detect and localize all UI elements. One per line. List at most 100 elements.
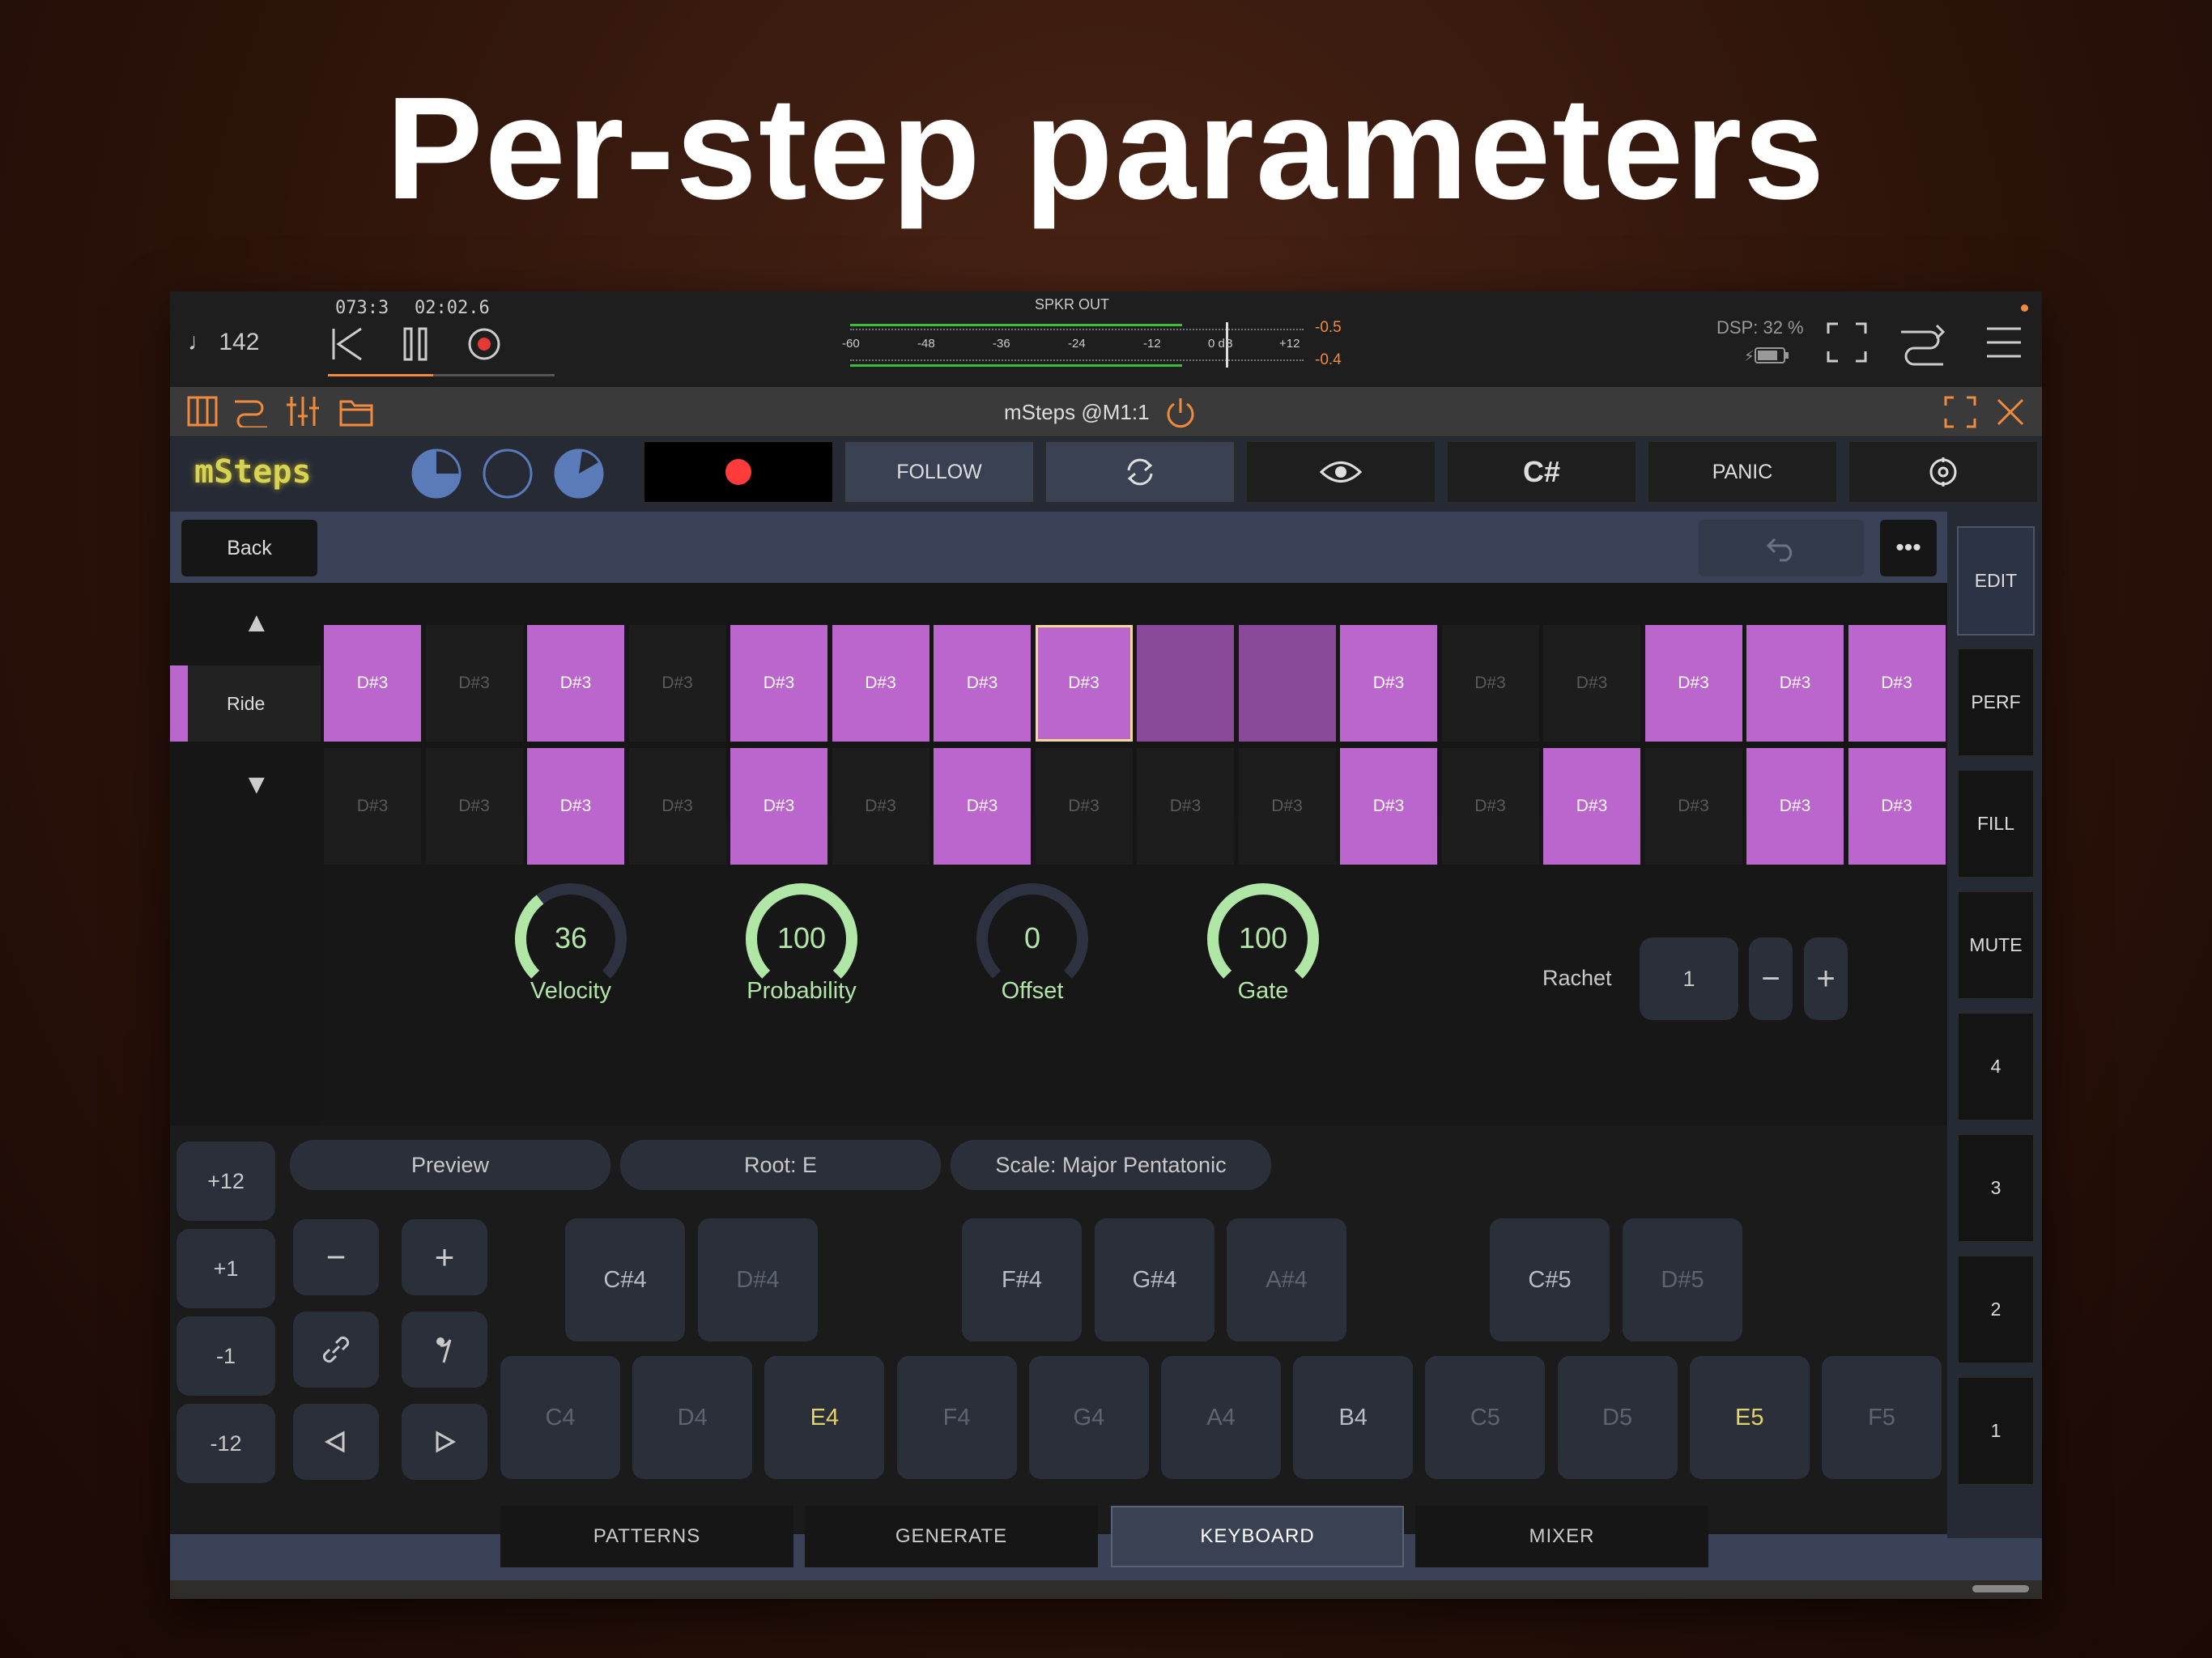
tie-button[interactable] — [293, 1312, 379, 1388]
step-cell[interactable]: D#3 — [1035, 748, 1133, 865]
step-cell[interactable]: D#3 — [628, 625, 726, 742]
step-cell[interactable]: D#3 — [1543, 748, 1640, 865]
route-icon[interactable] — [233, 395, 269, 427]
piano-key[interactable]: D#5 — [1623, 1218, 1742, 1341]
tab-patterns[interactable]: PATTERNS — [500, 1506, 793, 1567]
scale-selector[interactable]: Scale: Major Pentatonic — [951, 1140, 1271, 1190]
step-cell[interactable]: D#3 — [1137, 748, 1234, 865]
step-cell[interactable]: D#3 — [527, 748, 624, 865]
page-1-button[interactable]: 1 — [1957, 1376, 2035, 1486]
rachet-increment-button[interactable]: + — [1804, 937, 1848, 1020]
octave-up-button[interactable]: +12 — [177, 1141, 275, 1221]
preview-button[interactable]: Preview — [290, 1140, 610, 1190]
tab-generate[interactable]: GENERATE — [805, 1506, 1098, 1567]
panic-button[interactable]: PANIC — [1647, 440, 1838, 504]
piano-key[interactable]: A#4 — [1227, 1218, 1346, 1341]
piano-key[interactable]: C#5 — [1490, 1218, 1610, 1341]
folder-icon[interactable] — [338, 395, 374, 427]
shift-left-button[interactable] — [293, 1404, 379, 1480]
piano-key[interactable]: E5 — [1689, 1356, 1810, 1479]
semitone-down-button[interactable]: -1 — [177, 1316, 275, 1396]
perf-mode-button[interactable]: PERF — [1957, 648, 2035, 757]
record-icon[interactable] — [466, 325, 503, 363]
step-cell[interactable]: D#3 — [628, 748, 726, 865]
pattern-progress-3-icon[interactable] — [552, 447, 606, 500]
step-cell[interactable]: D#3 — [832, 625, 929, 742]
close-icon[interactable] — [1995, 397, 2026, 427]
step-cell[interactable]: D#3 — [324, 748, 421, 865]
step-cell[interactable]: D#3 — [1238, 748, 1336, 865]
step-cell[interactable] — [1137, 625, 1234, 742]
edit-mode-button[interactable]: EDIT — [1957, 526, 2035, 636]
step-cell[interactable]: D#3 — [1848, 625, 1946, 742]
pattern-progress-2-icon[interactable] — [481, 447, 534, 500]
rest-button[interactable] — [402, 1312, 487, 1388]
step-cell[interactable]: D#3 — [425, 625, 523, 742]
rewind-icon[interactable] — [324, 324, 372, 364]
step-cell[interactable]: D#3 — [934, 748, 1031, 865]
step-cell[interactable]: D#3 — [527, 625, 624, 742]
piano-key[interactable]: F#4 — [962, 1218, 1082, 1341]
pause-icon[interactable] — [397, 324, 437, 364]
piano-key[interactable]: D#4 — [698, 1218, 818, 1341]
root-selector[interactable]: Root: E — [620, 1140, 941, 1190]
settings-button[interactable] — [1848, 440, 2039, 504]
step-cell[interactable]: D#3 — [1441, 625, 1539, 742]
piano-key[interactable]: C4 — [500, 1356, 620, 1479]
rachet-decrement-button[interactable]: − — [1749, 937, 1793, 1020]
track-down-icon[interactable]: ▼ — [243, 769, 270, 801]
tab-mixer[interactable]: MIXER — [1415, 1506, 1708, 1567]
pattern-progress-1-icon[interactable] — [410, 447, 463, 500]
mixer-icon[interactable] — [285, 393, 321, 429]
tempo[interactable]: ♩ 142 — [188, 329, 259, 356]
step-cell[interactable]: D#3 — [832, 748, 929, 865]
visibility-button[interactable] — [1245, 440, 1436, 504]
record-arm-button[interactable] — [643, 440, 834, 504]
piano-key[interactable]: C5 — [1425, 1356, 1546, 1479]
semitone-up-button[interactable]: +1 — [177, 1229, 275, 1308]
step-cell[interactable]: D#3 — [934, 625, 1031, 742]
step-cell[interactable]: D#3 — [1035, 625, 1133, 742]
step-cell[interactable] — [1238, 625, 1336, 742]
step-cell[interactable]: D#3 — [1543, 625, 1640, 742]
power-icon[interactable] — [1163, 395, 1198, 431]
step-cell[interactable]: D#3 — [1441, 748, 1539, 865]
page-4-button[interactable]: 4 — [1957, 1012, 2035, 1121]
piano-icon[interactable] — [186, 395, 219, 427]
menu-icon[interactable] — [1984, 322, 2024, 363]
step-cell[interactable]: D#3 — [1340, 748, 1437, 865]
step-cell[interactable]: D#3 — [425, 748, 523, 865]
piano-key[interactable]: A4 — [1161, 1356, 1281, 1479]
mute-mode-button[interactable]: MUTE — [1957, 891, 2035, 1000]
piano-key[interactable]: F5 — [1822, 1356, 1942, 1479]
step-minus-button[interactable]: − — [293, 1219, 379, 1295]
step-plus-button[interactable]: + — [402, 1219, 487, 1295]
shift-right-button[interactable] — [402, 1404, 487, 1480]
fullscreen-icon[interactable] — [1825, 321, 1869, 364]
piano-key[interactable]: G4 — [1028, 1356, 1149, 1479]
tab-keyboard[interactable]: KEYBOARD — [1111, 1506, 1404, 1567]
undo-button[interactable] — [1699, 520, 1864, 576]
step-cell[interactable]: D#3 — [324, 625, 421, 742]
page-3-button[interactable]: 3 — [1957, 1133, 2035, 1243]
piano-key[interactable]: C#4 — [565, 1218, 685, 1341]
piano-key[interactable]: D4 — [632, 1356, 753, 1479]
step-cell[interactable]: D#3 — [1746, 748, 1844, 865]
track-up-icon[interactable]: ▲ — [243, 607, 270, 639]
step-cell[interactable]: D#3 — [1644, 748, 1742, 865]
routing-icon[interactable] — [1898, 321, 1946, 366]
page-2-button[interactable]: 2 — [1957, 1255, 2035, 1364]
piano-key[interactable]: B4 — [1293, 1356, 1414, 1479]
piano-key[interactable]: F4 — [896, 1356, 1017, 1479]
loop-button[interactable] — [1044, 440, 1236, 504]
step-cell[interactable]: D#3 — [1340, 625, 1437, 742]
expand-icon[interactable] — [1943, 395, 1977, 429]
back-button[interactable]: Back — [181, 520, 317, 576]
piano-key[interactable]: G#4 — [1095, 1218, 1214, 1341]
step-cell[interactable]: D#3 — [730, 625, 827, 742]
follow-button[interactable]: FOLLOW — [844, 440, 1035, 504]
piano-key[interactable]: D5 — [1557, 1356, 1678, 1479]
piano-key[interactable]: E4 — [764, 1356, 885, 1479]
step-cell[interactable]: D#3 — [1746, 625, 1844, 742]
more-button[interactable]: ••• — [1880, 520, 1937, 576]
